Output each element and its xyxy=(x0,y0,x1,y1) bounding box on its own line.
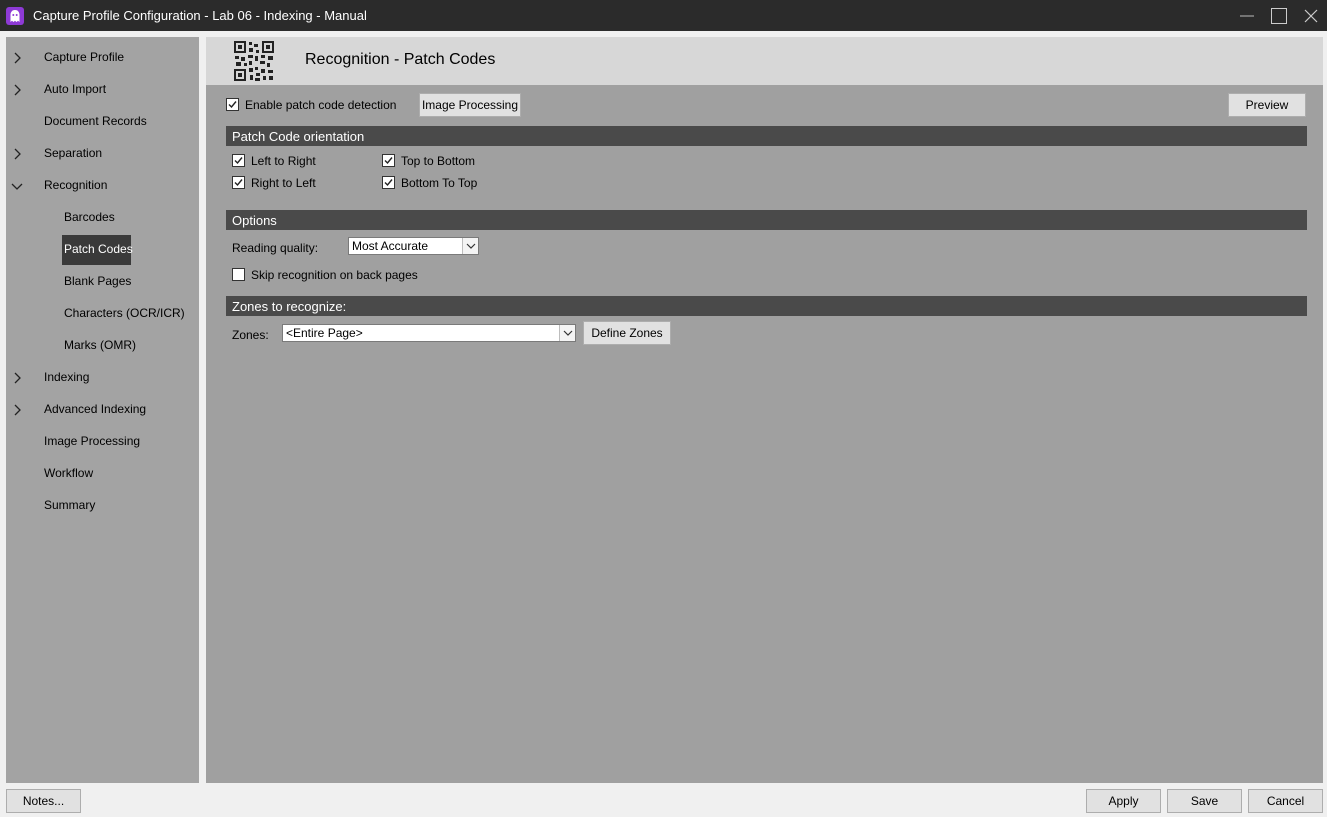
section-options: Options xyxy=(226,210,1307,230)
sidebar-item-label: Blank Pages xyxy=(64,274,132,288)
sidebar-item-separation[interactable]: Separation xyxy=(6,138,199,170)
sidebar-item-capture-profile[interactable]: Capture Profile xyxy=(6,42,199,74)
sidebar-item-label: Advanced Indexing xyxy=(44,402,147,416)
qr-code-icon xyxy=(234,41,274,81)
sidebar-item-label: Recognition xyxy=(44,178,108,192)
skip-back-pages-label: Skip recognition on back pages xyxy=(251,268,418,282)
section-patch-code-orientation: Patch Code orientation xyxy=(226,126,1307,146)
checkmark-icon xyxy=(228,101,237,109)
skip-back-pages-checkbox[interactable] xyxy=(232,268,245,281)
sidebar-item-label: Patch Codes xyxy=(64,242,133,256)
apply-button[interactable]: Apply xyxy=(1086,789,1161,813)
sidebar-item-label: Barcodes xyxy=(64,210,115,224)
sidebar-item-label: Auto Import xyxy=(44,82,107,96)
title-bar: Capture Profile Configuration - Lab 06 -… xyxy=(0,0,1327,31)
notes-button[interactable]: Notes... xyxy=(6,789,81,813)
checkmark-icon xyxy=(234,179,243,187)
define-zones-button[interactable]: Define Zones xyxy=(583,321,671,345)
sidebar-item-document-records[interactable]: Document Records xyxy=(6,106,199,138)
sidebar-item-characters[interactable]: Characters (OCR/ICR) xyxy=(6,298,199,330)
sidebar-nav: Capture Profile Auto Import Document Rec… xyxy=(6,37,199,783)
window-title: Capture Profile Configuration - Lab 06 -… xyxy=(33,8,367,23)
sidebar-item-label: Summary xyxy=(44,498,96,512)
minimize-button[interactable] xyxy=(1231,0,1263,31)
chevron-right-icon[interactable] xyxy=(10,51,24,65)
sidebar-item-image-processing[interactable]: Image Processing xyxy=(6,426,199,458)
right-to-left-checkbox[interactable] xyxy=(232,176,245,189)
sidebar-item-label: Document Records xyxy=(44,114,147,128)
page-title: Recognition - Patch Codes xyxy=(305,51,496,68)
maximize-icon xyxy=(1271,7,1287,24)
reading-quality-label: Reading quality: xyxy=(232,241,319,255)
left-to-right-label: Left to Right xyxy=(251,154,316,168)
window-controls xyxy=(1231,0,1327,31)
close-icon xyxy=(1304,9,1318,22)
chevron-down-icon[interactable] xyxy=(462,238,478,254)
checkmark-icon xyxy=(234,157,243,165)
sidebar-item-summary[interactable]: Summary xyxy=(6,490,199,522)
chevron-right-icon[interactable] xyxy=(10,83,24,97)
chevron-down-icon[interactable] xyxy=(10,179,24,193)
cancel-button[interactable]: Cancel xyxy=(1248,789,1323,813)
sidebar-item-auto-import[interactable]: Auto Import xyxy=(6,74,199,106)
reading-quality-select[interactable]: Most Accurate xyxy=(348,237,479,255)
sidebar-item-workflow[interactable]: Workflow xyxy=(6,458,199,490)
content-panel: Recognition - Patch Codes Enable patch c… xyxy=(206,37,1323,783)
minimize-icon xyxy=(1240,15,1254,16)
close-button[interactable] xyxy=(1295,0,1327,31)
sidebar-item-blank-pages[interactable]: Blank Pages xyxy=(6,266,199,298)
content-body: Enable patch code detection Image Proces… xyxy=(206,85,1323,783)
chevron-right-icon[interactable] xyxy=(10,371,24,385)
bottom-to-top-checkbox[interactable] xyxy=(382,176,395,189)
sidebar-item-marks[interactable]: Marks (OMR) xyxy=(6,330,199,362)
zones-select[interactable]: <Entire Page> xyxy=(282,324,576,342)
sidebar-item-label: Indexing xyxy=(44,370,90,384)
ghost-logo-icon xyxy=(6,6,24,25)
window-frame: Capture Profile Auto Import Document Rec… xyxy=(0,31,1327,817)
checkmark-icon xyxy=(384,157,393,165)
sidebar-item-label: Workflow xyxy=(44,466,94,480)
right-to-left-label: Right to Left xyxy=(251,176,316,190)
image-processing-button[interactable]: Image Processing xyxy=(419,93,521,117)
chevron-right-icon[interactable] xyxy=(10,403,24,417)
sidebar-item-indexing[interactable]: Indexing xyxy=(6,362,199,394)
save-button[interactable]: Save xyxy=(1167,789,1242,813)
content-header: Recognition - Patch Codes xyxy=(206,37,1323,85)
left-to-right-checkbox[interactable] xyxy=(232,154,245,167)
preview-button[interactable]: Preview xyxy=(1228,93,1306,117)
sidebar-item-recognition[interactable]: Recognition xyxy=(6,170,199,202)
top-to-bottom-label: Top to Bottom xyxy=(401,154,476,168)
maximize-button[interactable] xyxy=(1263,0,1295,31)
enable-patch-code-label: Enable patch code detection xyxy=(245,98,397,112)
zones-label: Zones: xyxy=(232,328,269,342)
bottom-to-top-label: Bottom To Top xyxy=(401,176,478,190)
checkmark-icon xyxy=(384,179,393,187)
reading-quality-value: Most Accurate xyxy=(352,239,429,253)
sidebar-item-label: Separation xyxy=(44,146,103,160)
top-to-bottom-checkbox[interactable] xyxy=(382,154,395,167)
chevron-down-icon[interactable] xyxy=(559,325,575,341)
zones-value: <Entire Page> xyxy=(286,326,363,340)
sidebar-item-label: Characters (OCR/ICR) xyxy=(64,306,185,320)
chevron-right-icon[interactable] xyxy=(10,147,24,161)
sidebar-item-patch-codes[interactable]: Patch Codes xyxy=(6,234,199,266)
sidebar-item-label: Image Processing xyxy=(44,434,141,448)
enable-patch-code-checkbox[interactable] xyxy=(226,98,239,111)
section-zones: Zones to recognize: xyxy=(226,296,1307,316)
sidebar-item-advanced-indexing[interactable]: Advanced Indexing xyxy=(6,394,199,426)
sidebar-item-barcodes[interactable]: Barcodes xyxy=(6,202,199,234)
sidebar-item-label: Marks (OMR) xyxy=(64,338,136,352)
sidebar-item-label: Capture Profile xyxy=(44,50,125,64)
